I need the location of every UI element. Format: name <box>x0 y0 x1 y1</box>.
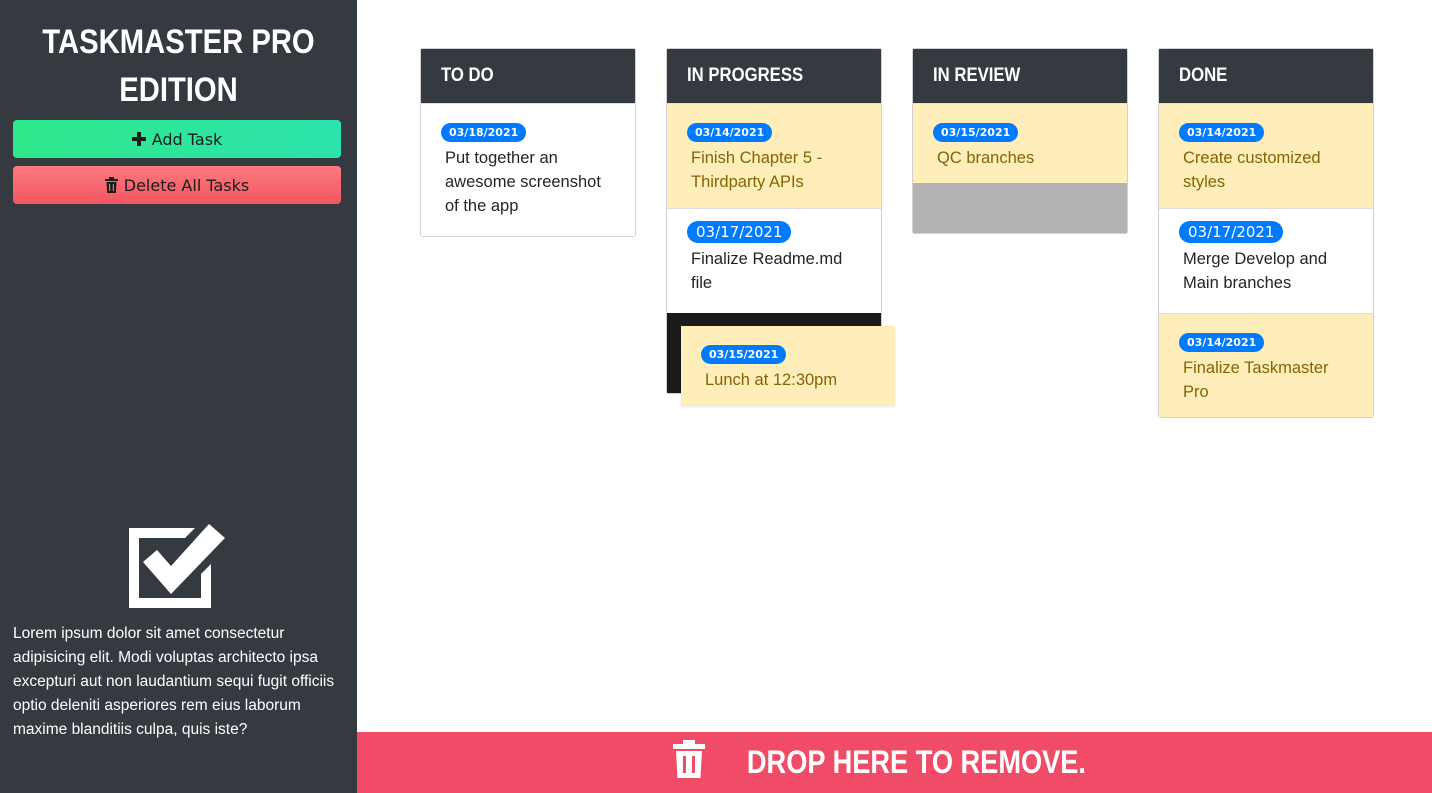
task-date-badge: 03/15/2021 <box>933 123 1019 142</box>
sidebar: Taskmaster Pro Edition Add Task Delete A… <box>0 0 357 793</box>
column-header: In Review <box>913 49 1127 103</box>
column-title: Done <box>1179 65 1228 86</box>
task-text: Finish Chapter 5 - Thirdparty APIs <box>691 149 823 191</box>
app: Taskmaster Pro Edition Add Task Delete A… <box>0 0 1432 793</box>
delete-all-tasks-button[interactable]: Delete All Tasks <box>13 166 341 204</box>
task-card[interactable]: 03/17/2021 Finalize Readme.md file <box>667 208 881 313</box>
task-text: Create customized styles <box>1183 149 1321 191</box>
plus-icon <box>131 132 146 146</box>
column-header: To Do <box>421 49 635 103</box>
checkbox-checked-icon <box>129 522 225 608</box>
drop-placeholder <box>913 183 1127 233</box>
column-header: Done <box>1159 49 1373 103</box>
task-text: Lunch at 12:30pm <box>705 371 838 389</box>
column-inreview: In Review 03/15/2021 QC branches <box>912 48 1128 234</box>
task-card[interactable]: 03/14/2021 Finalize Taskmaster Pro <box>1159 313 1373 417</box>
task-card[interactable]: 03/14/2021 Create customized styles <box>1159 103 1373 208</box>
add-task-label: Add Task <box>151 129 223 149</box>
task-date-badge: 03/17/2021 <box>687 221 792 243</box>
task-text: Finalize Readme.md file <box>691 250 843 292</box>
dragging-task-card[interactable]: 03/15/2021 Lunch at 12:30pm <box>681 326 895 406</box>
trash-label: Drop here to remove. <box>746 744 1087 780</box>
task-date-badge: 03/14/2021 <box>1179 123 1265 142</box>
task-card[interactable]: 03/18/2021 Put together an awesome scree… <box>421 103 635 236</box>
app-title: Taskmaster Pro Edition <box>42 23 315 109</box>
column-header: In Progress <box>667 49 881 103</box>
trash-icon <box>673 739 706 786</box>
task-date-badge: 03/14/2021 <box>1179 333 1265 352</box>
column-title: To Do <box>441 65 494 86</box>
task-text: Merge Develop and Main branches <box>1183 250 1328 292</box>
column-title: In Review <box>933 65 1021 86</box>
delete-all-tasks-label: Delete All Tasks <box>123 175 250 195</box>
task-text: Put together an awesome screenshot of th… <box>445 149 601 215</box>
task-date-badge: 03/17/2021 <box>1179 221 1284 243</box>
add-task-button[interactable]: Add Task <box>13 120 341 158</box>
task-card[interactable]: 03/14/2021 Finish Chapter 5 - Thirdparty… <box>667 103 881 208</box>
column-done: Done 03/14/2021 Create customized styles… <box>1158 48 1374 418</box>
task-card[interactable]: 03/15/2021 QC branches <box>913 103 1127 183</box>
trash-icon <box>104 177 118 193</box>
task-card[interactable]: 03/17/2021 Merge Develop and Main branch… <box>1159 208 1373 313</box>
column-title: In Progress <box>687 65 804 86</box>
task-date-badge: 03/18/2021 <box>441 123 527 142</box>
sidebar-description: Lorem ipsum dolor sit amet consectetur a… <box>13 625 335 738</box>
task-text: Finalize Taskmaster Pro <box>1183 359 1329 401</box>
task-date-badge: 03/14/2021 <box>687 123 773 142</box>
column-todo: To Do 03/18/2021 Put together an awesome… <box>420 48 636 237</box>
trash-drop-zone[interactable]: Drop here to remove. <box>357 732 1432 793</box>
task-text: QC branches <box>937 149 1035 167</box>
task-date-badge: 03/15/2021 <box>701 345 787 364</box>
